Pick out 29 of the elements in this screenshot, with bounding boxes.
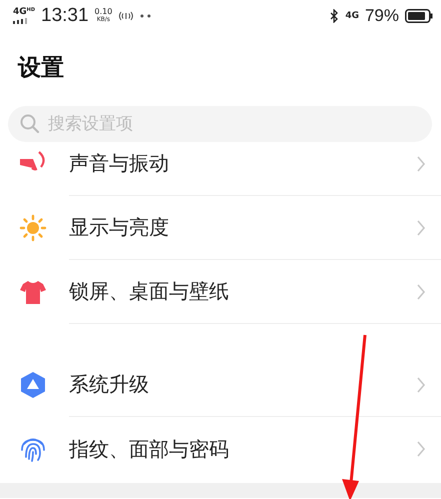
clock-time: 13:31 (41, 5, 89, 27)
chevron-icon (416, 282, 426, 300)
page-title: 设置 (16, 54, 65, 83)
signal-icon (13, 18, 27, 24)
chevron-icon (416, 154, 426, 172)
bluetooth-icon (330, 9, 340, 23)
settings-item[interactable]: 系统升级 (0, 353, 441, 417)
speed-value: 0.10 (94, 8, 112, 16)
network-label: 4G (345, 11, 359, 21)
item-label: 声音与振动 (69, 150, 169, 177)
sun-icon (19, 214, 47, 242)
chevron-icon (416, 440, 426, 458)
network-label: 4G$^{HD}$ (13, 8, 35, 17)
hotspot-icon (118, 10, 134, 22)
settings-item[interactable]: 锁屏、桌面与壁纸 (0, 260, 441, 324)
settings-item[interactable]: 显示与亮度 (0, 196, 441, 260)
item-label: 指纹、面部与密码 (69, 436, 229, 462)
item-label: 系统升级 (69, 371, 149, 398)
settings-item[interactable]: 声音与振动 (0, 149, 441, 196)
chevron-icon (416, 376, 426, 394)
item-label: 显示与亮度 (69, 214, 169, 241)
settings-item[interactable]: 指纹、面部与密码 (0, 417, 441, 481)
battery-icon (405, 9, 433, 23)
item-label: 锁屏、桌面与壁纸 (69, 278, 229, 305)
battery-percent: 79% (364, 6, 399, 26)
dots-icon (140, 14, 152, 18)
shirt-icon (19, 278, 47, 306)
hexagon-icon (19, 371, 47, 399)
chevron-icon (416, 218, 426, 236)
